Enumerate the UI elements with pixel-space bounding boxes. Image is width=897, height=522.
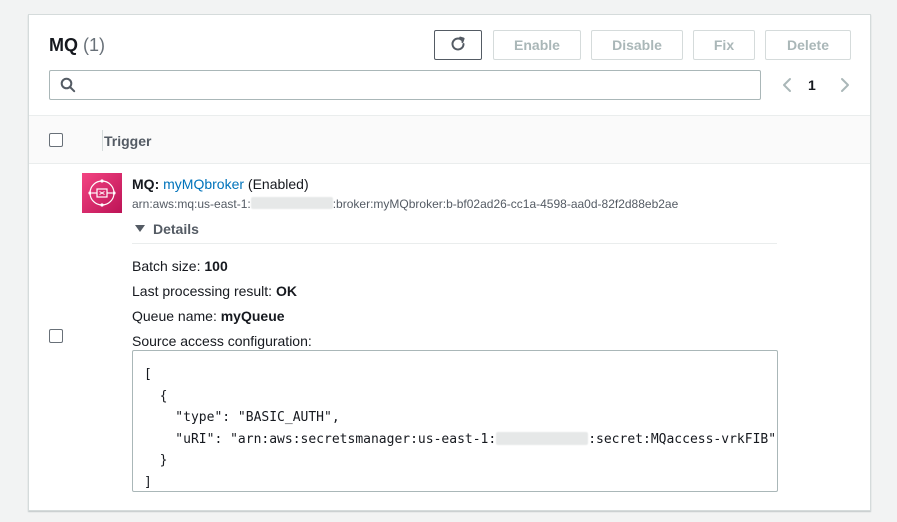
trigger-state: (Enabled) [247,176,309,192]
refresh-button[interactable] [434,30,482,60]
batch-size: Batch size: 100 [132,258,228,274]
column-divider [102,130,103,151]
arn-suffix: :broker:myMQbroker:b-bf02ad26-cc1a-4598-… [332,197,679,211]
caret-down-icon [135,225,145,232]
panel-title-text: MQ [49,35,78,55]
queue-name-value: myQueue [220,308,285,324]
batch-size-value: 100 [204,258,228,274]
queue-name-label: Queue name: [132,308,217,324]
batch-size-label: Batch size: [132,258,201,274]
queue-name: Queue name: myQueue [132,308,285,324]
table-header: Trigger [29,115,870,164]
amazon-mq-icon [82,173,122,213]
last-result-value: OK [275,283,297,299]
column-header-trigger[interactable]: Trigger [104,133,151,149]
last-processing-result: Last processing result: OK [132,283,297,299]
code-line: } [144,453,168,468]
code-line: ] [144,474,152,490]
trigger-title: MQ: myMQbroker (Enabled) [132,176,309,192]
redacted-account-id [250,197,333,209]
panel-title: MQ (1) [49,35,105,56]
enable-button[interactable]: Enable [493,30,581,60]
trigger-service-separator: : [154,176,160,192]
disable-button[interactable]: Disable [591,30,683,60]
next-page-icon[interactable] [837,75,853,95]
search-box [49,70,761,100]
refresh-icon [449,35,467,56]
uri-prefix: "uRI": "arn:aws:secretsmanager:us-east-1… [144,431,497,447]
search-icon [60,77,76,93]
select-all-checkbox[interactable] [49,133,63,147]
mq-triggers-panel: MQ (1) Enable Disable Fix Delete 1 Trigg… [28,14,871,511]
redacted-account-id [496,431,589,445]
current-page-number[interactable]: 1 [808,77,816,93]
row-select-checkbox[interactable] [49,329,63,343]
source-access-config-code: [ { "type": "BASIC_AUTH", "uRI": "arn:aw… [132,350,778,492]
broker-arn: arn:aws:mq:us-east-1: :broker:myMQbroker:… [132,197,678,211]
trigger-service-label: MQ [132,176,155,192]
delete-button[interactable]: Delete [765,30,851,60]
details-toggle[interactable]: Details [132,221,777,244]
trigger-count: (1) [83,35,106,55]
code-line-uri: "uRI": "arn:aws:secretsmanager:us-east-1… [144,429,777,451]
search-input[interactable] [76,71,760,99]
last-result-label: Last processing result: [132,283,273,299]
details-label: Details [153,221,199,237]
source-access-config-label: Source access configuration: [132,333,312,349]
fix-button[interactable]: Fix [693,30,755,60]
uri-suffix: :secret:MQaccess-vrkFIB" [588,431,777,447]
code-line: [ [144,367,152,382]
previous-page-icon[interactable] [779,75,795,95]
code-line: "type": "BASIC_AUTH", [144,410,340,425]
arn-prefix: arn:aws:mq:us-east-1: [132,197,251,211]
broker-link[interactable]: myMQbroker [163,176,244,192]
code-line: { [144,388,168,404]
